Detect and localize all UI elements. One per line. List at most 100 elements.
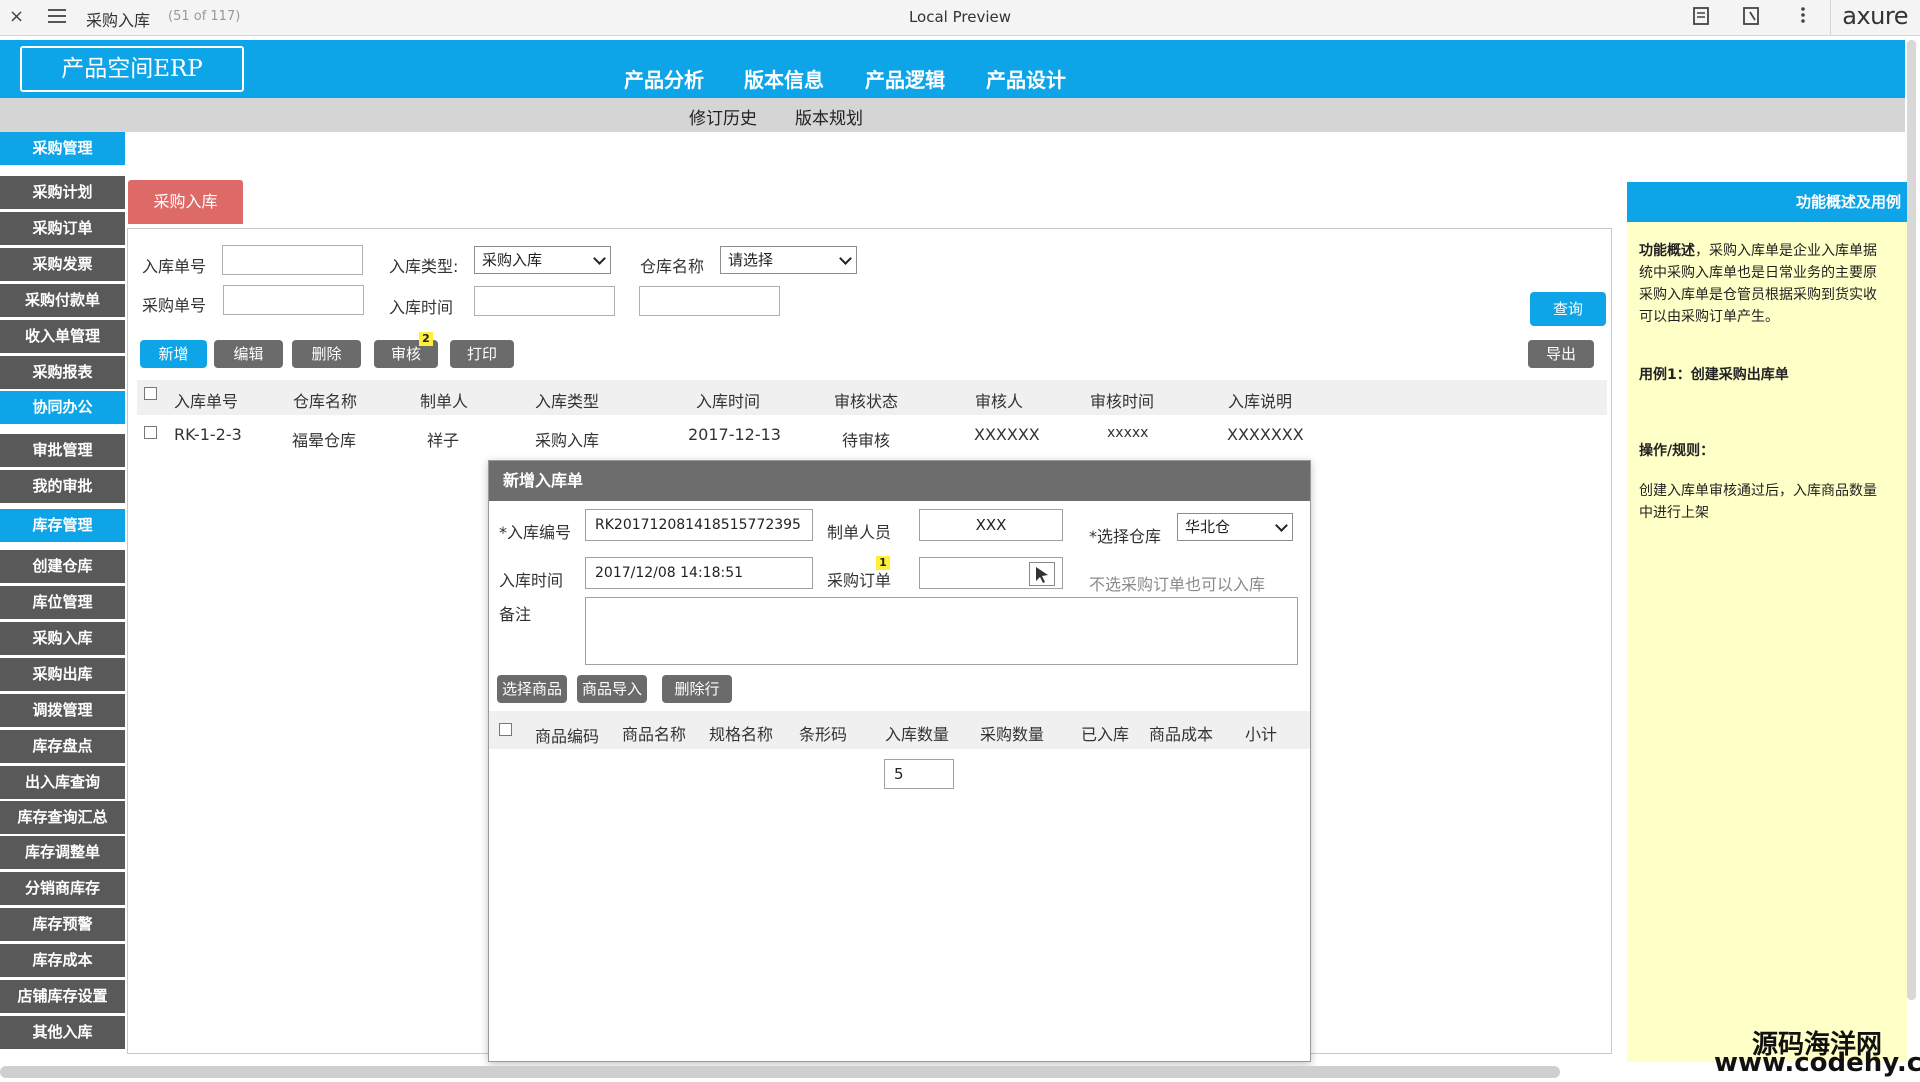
inbound-code-input[interactable]: RK20171208141851577239​5 <box>585 509 813 541</box>
sidebar-item[interactable]: 我的审批 <box>0 470 125 503</box>
sidebar-item[interactable]: 库存查询汇总 <box>0 801 125 834</box>
goods-select-all-checkbox[interactable] <box>499 723 512 736</box>
sidebar-item[interactable]: 调拨管理 <box>0 694 125 727</box>
sidebar-item[interactable]: 采购计划 <box>0 176 125 209</box>
sidebar-item[interactable]: 库存管理 <box>0 509 125 542</box>
sidebar-item[interactable]: 采购出库 <box>0 658 125 691</box>
notes-panel-title[interactable]: 功能概述及用例 <box>1627 182 1907 222</box>
column-header: 入库说明 <box>1228 392 1293 411</box>
delete-row-button[interactable]: 删除行 <box>662 675 732 703</box>
query-button[interactable]: 查询 <box>1530 292 1606 326</box>
tab-purchase-inbound[interactable]: 采购入库 <box>128 180 243 224</box>
column-header: 制单人 <box>420 392 469 411</box>
sidebar-item[interactable]: 采购发票 <box>0 248 125 281</box>
remark-textarea[interactable] <box>585 597 1298 665</box>
table-cell: RK-1-2-3 <box>174 425 242 444</box>
notes-bold-prefix: 功能概述 <box>1639 243 1695 259</box>
sidebar-item[interactable]: 库存调整单 <box>0 836 125 869</box>
inbound-no-label: 入库单号 <box>142 257 207 276</box>
sidebar-item[interactable]: 库位管理 <box>0 586 125 619</box>
inbound-qty-input[interactable]: 5 <box>884 759 954 789</box>
new-inbound-dialog: 新增入库单 *入库编号 RK20171208141851577239​5 制单人… <box>488 460 1311 1062</box>
purchase-order-label: 采购订单 <box>827 571 892 590</box>
page-title: 采购入库 <box>86 11 151 30</box>
sidebar-item[interactable]: 采购付款单 <box>0 284 125 317</box>
sidebar-item[interactable]: 收入单管理 <box>0 320 125 353</box>
nav-product-analysis[interactable]: 产品分析 <box>624 64 704 93</box>
purchase-no-input[interactable] <box>223 285 364 315</box>
sidebar-item[interactable]: 采购入库 <box>0 622 125 655</box>
column-header: 审核时间 <box>1090 392 1155 411</box>
warehouse-select-label: *选择仓库 <box>1089 527 1162 546</box>
sidebar-item[interactable]: 采购订单 <box>0 212 125 245</box>
column-header: 入库时间 <box>696 392 761 411</box>
vertical-scrollbar[interactable] <box>1907 40 1916 1000</box>
delete-button[interactable]: 删除 <box>292 340 361 368</box>
select-all-checkbox[interactable] <box>144 387 157 400</box>
inbound-no-input[interactable] <box>222 245 363 275</box>
subnav-version-plan[interactable]: 版本规划 <box>795 104 863 129</box>
notes-panel: 功能概述，采购入库单是企业入库单据 统中采购入库单也是日常业务的主要原 采购入库… <box>1627 182 1907 1062</box>
column-header: 入库类型 <box>535 392 600 411</box>
import-goods-button[interactable]: 商品导入 <box>577 675 647 703</box>
nav-product-design[interactable]: 产品设计 <box>986 64 1066 93</box>
app-header: 产品空间ERP 产品分析 版本信息 产品逻辑 产品设计 <box>0 40 1905 98</box>
creator-label: 制单人员 <box>827 523 892 542</box>
select-goods-button[interactable]: 选择商品 <box>497 675 567 703</box>
horizontal-scrollbar[interactable] <box>0 1066 1560 1078</box>
table-cell: 待审核 <box>842 431 891 450</box>
sidebar-item[interactable]: 审批管理 <box>0 434 125 467</box>
pick-order-icon[interactable] <box>1029 562 1055 586</box>
edit-button[interactable]: 编辑 <box>214 340 283 368</box>
table-row[interactable]: RK-1-2-3 福晕仓库 祥子 采购入库 2017-12-13 待审核 XXX… <box>137 415 1607 455</box>
remark-label: 备注 <box>499 605 532 624</box>
table-cell: xxxxx <box>1107 425 1149 441</box>
creator-input[interactable]: XXX <box>919 509 1063 541</box>
sidebar-item[interactable]: 采购管理 <box>0 132 125 165</box>
sidebar-item[interactable]: 采购报表 <box>0 356 125 389</box>
app-logo[interactable]: 产品空间ERP <box>20 46 244 92</box>
sidebar: 采购管理采购计划 采购订单 采购发票 采购付款单 收入单管理 采购报表 协同办公审批管理 我的… <box>0 132 125 1062</box>
warehouse-value: 请选择 <box>728 251 774 269</box>
sidebar-item[interactable]: 库存预警 <box>0 908 125 941</box>
inbound-type-select[interactable]: 采购入库 <box>474 246 611 274</box>
add-button[interactable]: 新增 <box>140 340 207 368</box>
subnav-revision-history[interactable]: 修订历史 <box>689 104 757 129</box>
goods-column-header: 采购数量 <box>980 725 1045 744</box>
table-header: 入库单号 仓库名称 制单人 入库类型 入库时间 审核状态 审核人 审核时间 入库… <box>137 380 1607 415</box>
rules-title: 操作/规则： <box>1639 443 1715 459</box>
notes-icon[interactable] <box>1692 6 1710 26</box>
nav-version-info[interactable]: 版本信息 <box>744 64 824 93</box>
chevron-down-icon <box>1275 519 1288 532</box>
print-button[interactable]: 打印 <box>450 340 514 368</box>
sidebar-item[interactable]: 分销商库存 <box>0 872 125 905</box>
notes-line: 统中采购入库单也是日常业务的主要原 <box>1639 265 1877 281</box>
sidebar-item[interactable]: 店铺库存设置 <box>0 980 125 1013</box>
hamburger-menu-icon[interactable] <box>48 9 66 23</box>
inspect-icon[interactable] <box>1742 6 1760 26</box>
time-to-input[interactable] <box>639 286 780 316</box>
sub-navigation: 修订历史 版本规划 <box>0 98 1905 132</box>
sidebar-item[interactable]: 库存盘点 <box>0 730 125 763</box>
close-icon[interactable]: × <box>9 6 24 27</box>
sidebar-item[interactable]: 协同办公 <box>0 391 125 424</box>
modal-warehouse-value: 华北仓 <box>1185 518 1231 536</box>
sidebar-item[interactable]: 库存成本 <box>0 944 125 977</box>
order-note-badge: 1 <box>876 556 890 570</box>
row-checkbox[interactable] <box>144 426 157 439</box>
inbound-time-input[interactable]: 2017/12/08 14:18:51 <box>585 557 813 589</box>
nav-product-logic[interactable]: 产品逻辑 <box>865 64 945 93</box>
order-hint: 不选采购订单也可以入库 <box>1089 575 1266 594</box>
sidebar-item[interactable]: 其他入库 <box>0 1016 125 1049</box>
inbound-time-label: 入库时间 <box>389 298 454 317</box>
sidebar-item[interactable]: 创建仓库 <box>0 550 125 583</box>
more-icon[interactable] <box>1794 6 1812 26</box>
export-button[interactable]: 导出 <box>1528 340 1594 368</box>
warehouse-select[interactable]: 请选择 <box>720 246 857 274</box>
time-from-input[interactable] <box>474 286 615 316</box>
sidebar-item[interactable]: 出入库查询 <box>0 766 125 799</box>
table-cell: XXXXXX <box>974 425 1040 444</box>
goods-column-header: 已入库 <box>1081 725 1130 744</box>
modal-warehouse-select[interactable]: 华北仓 <box>1177 513 1293 541</box>
table-cell: 祥子 <box>427 431 460 450</box>
